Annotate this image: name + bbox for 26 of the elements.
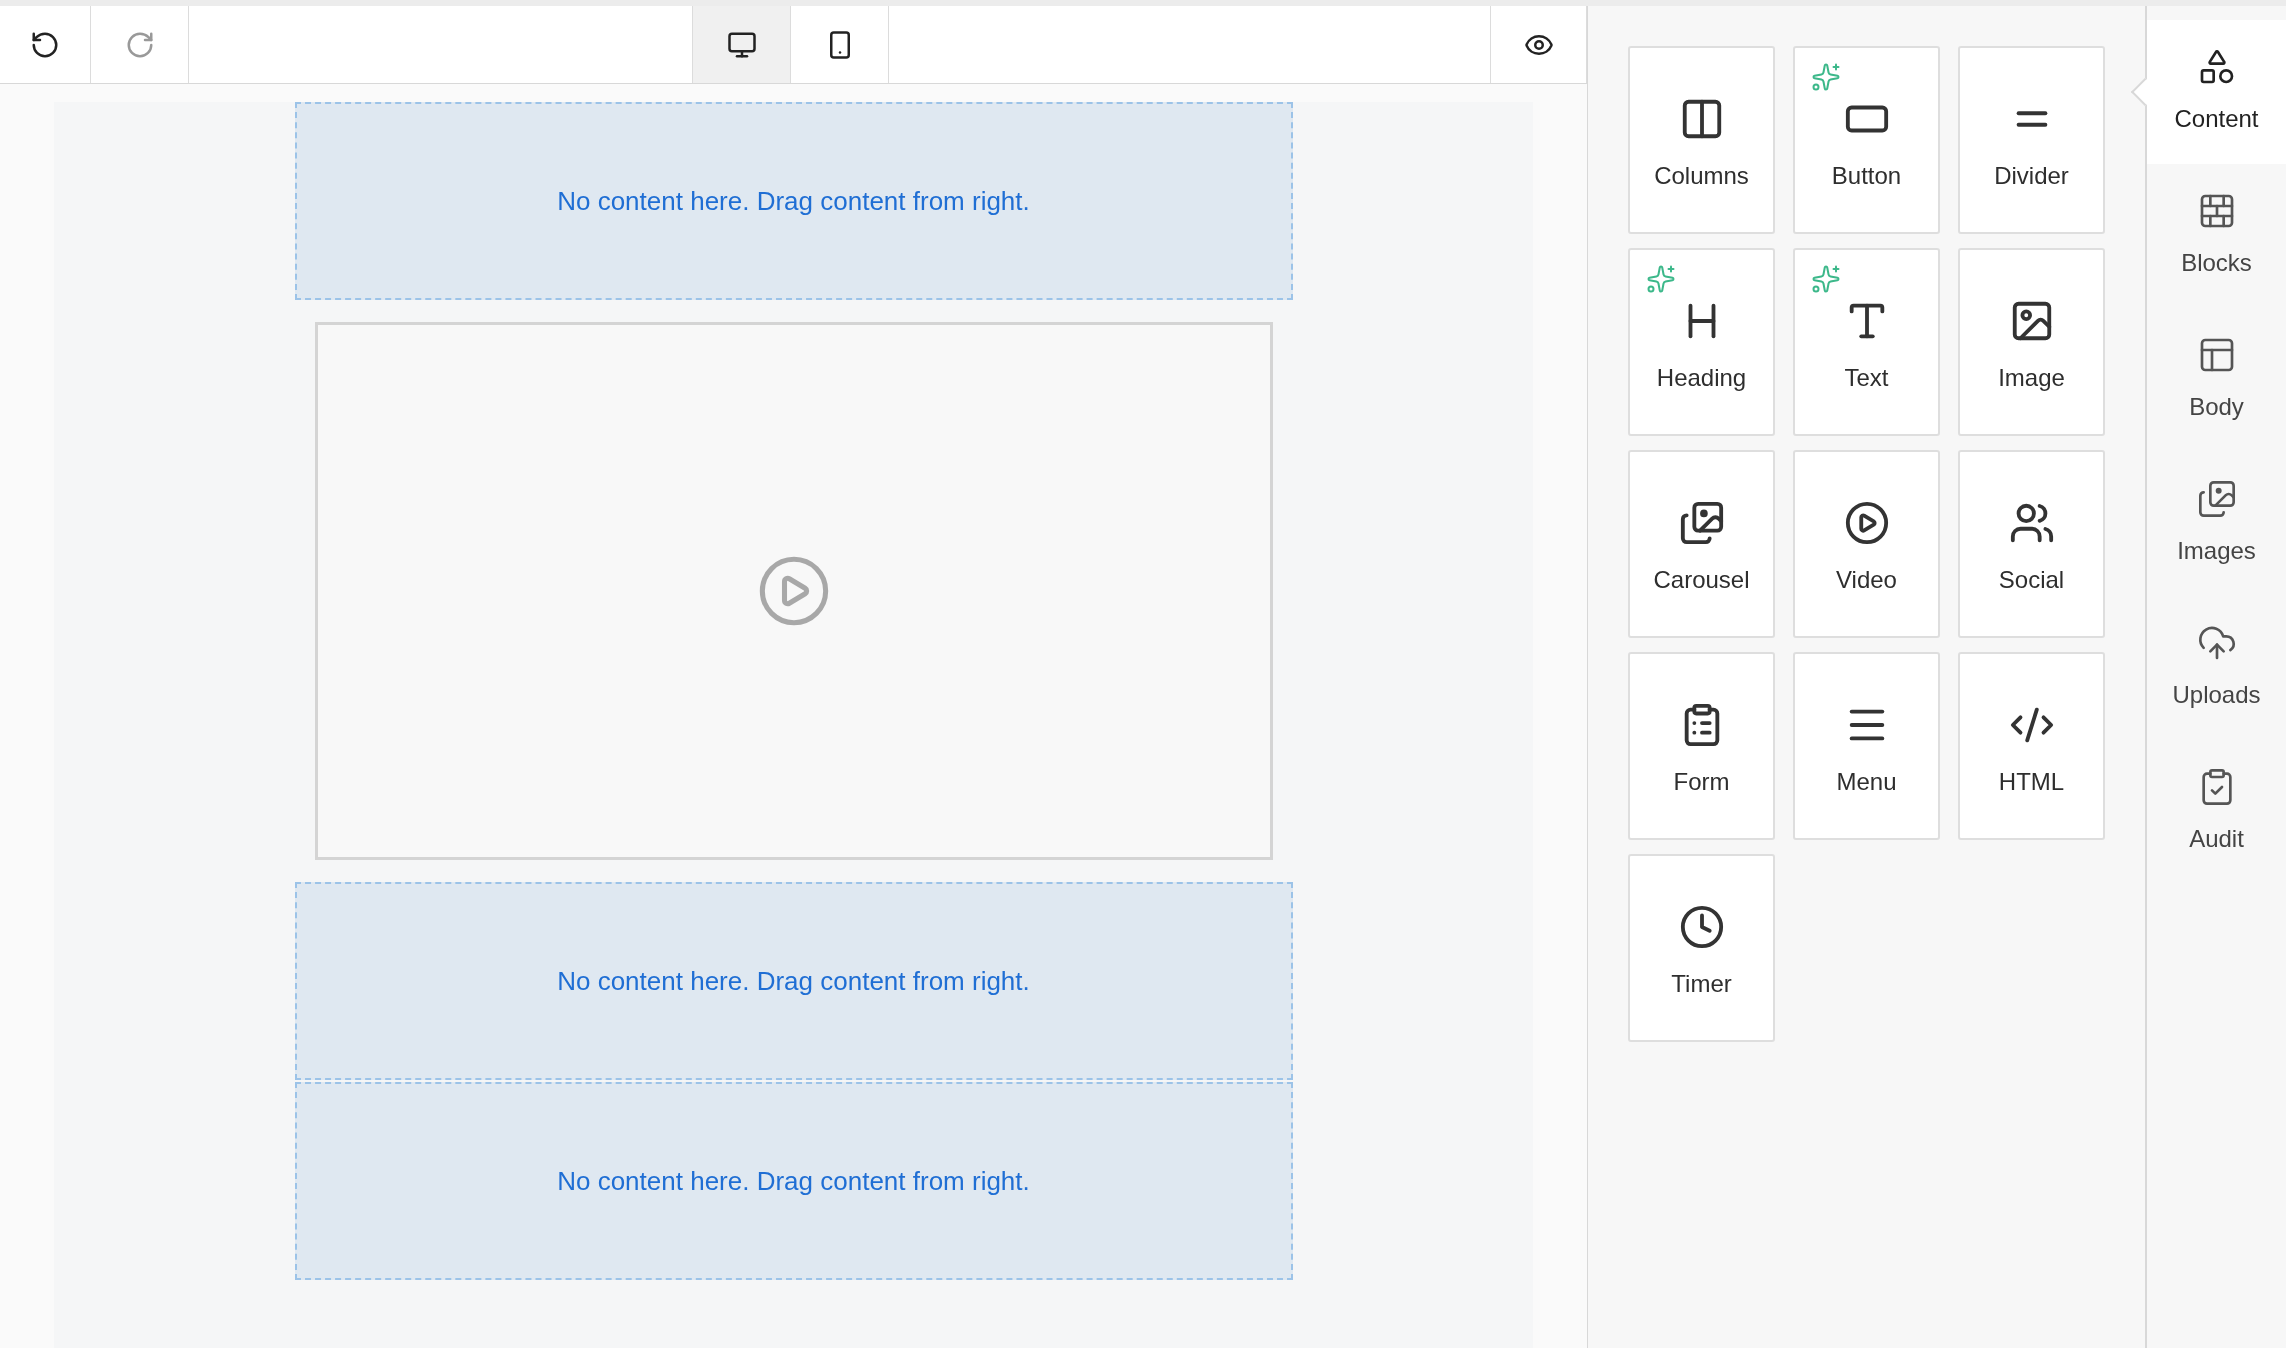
- desktop-button[interactable]: [693, 6, 791, 83]
- sidebar-tab[interactable]: Blocks: [2147, 164, 2286, 308]
- content-tile[interactable]: Menu: [1793, 652, 1940, 840]
- content-tile[interactable]: Carousel: [1628, 450, 1775, 638]
- content-tile[interactable]: Divider: [1958, 46, 2105, 234]
- content-tile[interactable]: Video: [1793, 450, 1940, 638]
- content-tile[interactable]: Columns: [1628, 46, 1775, 234]
- content-tile[interactable]: Heading: [1628, 248, 1775, 436]
- sidebar-tab[interactable]: Body: [2147, 308, 2286, 452]
- drop-zone-message: No content here. Drag content from right.: [557, 1164, 1030, 1198]
- drop-zone-message: No content here. Drag content from right.: [557, 184, 1030, 218]
- images-icon: [2196, 479, 2237, 519]
- images-icon: [1678, 500, 1725, 546]
- content-tile[interactable]: Timer: [1628, 854, 1775, 1042]
- content-tile[interactable]: Social: [1958, 450, 2105, 638]
- play-circle-icon: [1843, 500, 1890, 546]
- sidebar-tab[interactable]: Images: [2147, 452, 2286, 596]
- drop-zone-message: No content here. Drag content from right.: [557, 964, 1030, 998]
- content-tile[interactable]: Image: [1958, 248, 2105, 436]
- content-tile[interactable]: Text: [1793, 248, 1940, 436]
- content-tile[interactable]: HTML: [1958, 652, 2105, 840]
- content-tile[interactable]: Form: [1628, 652, 1775, 840]
- clock-icon: [1678, 904, 1725, 950]
- content-tile[interactable]: Button: [1793, 46, 1940, 234]
- sidebar-tab[interactable]: Uploads: [2147, 596, 2286, 740]
- sidebar-tab[interactable]: Audit: [2147, 740, 2286, 884]
